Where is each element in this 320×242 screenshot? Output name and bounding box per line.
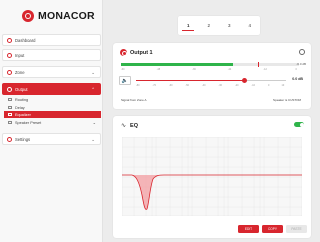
output-header: Output 1 (120, 49, 153, 56)
sidebar-subitem-label: Equalizer (15, 112, 31, 117)
meter-tick: -12 (263, 68, 267, 71)
edit-button[interactable]: EDIT (238, 225, 259, 233)
meter-tick: -60 (121, 68, 125, 71)
delay-icon (8, 106, 12, 109)
zone-icon (7, 69, 12, 75)
volume-tick: 0 (268, 84, 270, 87)
volume-tick: -40 (202, 84, 206, 87)
speaker-preset-icon (8, 121, 12, 124)
speaker-icon: 🔈 (121, 78, 129, 84)
chevron-down-icon: ⌄ (92, 120, 96, 125)
volume-tick: -60 (169, 84, 173, 87)
sidebar-item-zone[interactable]: Zone ⌄ (2, 66, 101, 78)
output-title: Output 1 (130, 49, 153, 56)
brand-name: MONACOR (38, 10, 95, 22)
gear-icon[interactable] (299, 49, 305, 55)
eq-response-graph[interactable] (122, 137, 302, 216)
sidebar-subitem-routing[interactable]: Routing (4, 96, 101, 103)
volume-slider-handle[interactable] (241, 78, 247, 83)
output-icon (7, 86, 12, 92)
sidebar-subitem-equalizer[interactable]: Equalizer (4, 111, 101, 118)
chevron-up-icon: ⌃ (91, 87, 95, 92)
sidebar-item-settings[interactable]: Settings ⌄ (2, 133, 101, 145)
sidebar-subitem-delay[interactable]: Delay (4, 104, 101, 111)
volume-row: 🔈 -80 -70 -60 -50 -40 -30 -20 -10 0 10 0… (119, 75, 305, 87)
eq-card: ∿ EQ EDIT COPY PASTE (113, 116, 311, 238)
tab-output-2[interactable]: 2 (203, 21, 215, 31)
volume-slider-fill (136, 80, 244, 81)
dashboard-icon (7, 37, 12, 43)
power-icon[interactable] (120, 49, 127, 56)
sidebar-subitem-label: Routing (15, 97, 29, 102)
sidebar-item-output[interactable]: Output ⌃ (2, 83, 101, 95)
routing-icon (8, 98, 12, 101)
brand-logo: MONACOR (22, 10, 95, 22)
sidebar-item-label: Dashboard (15, 37, 36, 43)
volume-tick: -70 (152, 84, 156, 87)
signal-source-text: Signal from Zone A (121, 98, 147, 102)
eq-enable-toggle[interactable] (294, 122, 304, 127)
sidebar-item-label: Input (15, 52, 25, 58)
output-card: Output 1 -6.0 dB -60 -48 -36 -24 -12 0 🔈 (113, 43, 311, 109)
volume-tick: -80 (136, 84, 140, 87)
volume-tick: -30 (218, 84, 222, 87)
copy-button[interactable]: COPY (262, 225, 283, 233)
settings-icon (7, 136, 12, 142)
sidebar-subitem-speaker-preset[interactable]: Speaker Preset ⌄ (4, 119, 101, 126)
tab-output-1[interactable]: 1 (182, 21, 195, 31)
output-footer: Signal from Zone A Speaker is CUSTOM (121, 98, 301, 102)
volume-tick: -50 (185, 84, 189, 87)
input-icon (7, 52, 12, 58)
volume-slider[interactable] (136, 78, 286, 83)
tab-output-3[interactable]: 3 (223, 21, 235, 31)
meter-tick: -36 (192, 68, 196, 71)
level-meter-value: -6.0 dB (296, 62, 306, 66)
sidebar: MONACOR Dashboard Input Zone ⌄ Output ⌃ (0, 0, 103, 242)
sidebar-item-input[interactable]: Input (2, 49, 101, 61)
speaker-preset-text: Speaker is CUSTOM (273, 98, 301, 102)
sidebar-item-label: Settings (15, 136, 31, 142)
eq-title: EQ (130, 122, 138, 129)
sidebar-subitem-label: Speaker Preset (15, 120, 42, 125)
level-meter-peak (258, 62, 260, 67)
equalizer-icon (8, 113, 12, 116)
chevron-down-icon: ⌄ (91, 70, 95, 75)
level-meter (121, 62, 299, 67)
sidebar-item-label: Output (15, 86, 28, 92)
eq-header: ∿ EQ (121, 122, 138, 130)
volume-value: 0.0 dB (292, 77, 303, 81)
meter-tick: -48 (156, 68, 161, 71)
meter-tick: 0 (295, 68, 297, 71)
meter-tick: -24 (227, 68, 232, 71)
output-tabs: 1 2 3 4 (178, 16, 260, 35)
chevron-down-icon: ⌄ (91, 137, 95, 142)
level-meter-fill (121, 63, 234, 66)
eq-actions: EDIT COPY PASTE (238, 225, 307, 233)
sidebar-subitem-label: Delay (15, 105, 25, 110)
sidebar-item-dashboard[interactable]: Dashboard (2, 34, 101, 46)
eq-wave-icon: ∿ (121, 123, 127, 129)
mute-button[interactable]: 🔈 (119, 76, 131, 85)
volume-tick: 10 (281, 84, 285, 87)
app-root: MONACOR Dashboard Input Zone ⌄ Output ⌃ (0, 0, 318, 242)
tab-output-4[interactable]: 4 (244, 21, 256, 31)
sidebar-item-label: Zone (15, 69, 25, 75)
volume-tick: -10 (251, 84, 255, 87)
level-meter-scale: -60 -48 -36 -24 -12 0 (121, 68, 299, 72)
monacor-logo-icon (22, 10, 34, 22)
volume-tick: -20 (235, 84, 239, 87)
paste-button[interactable]: PASTE (286, 225, 307, 233)
